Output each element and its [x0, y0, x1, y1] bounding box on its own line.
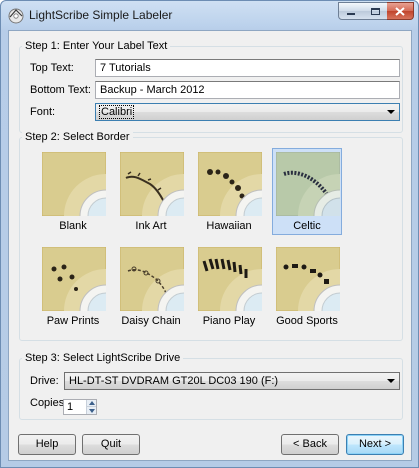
hawaiian-border-thumbnail: [198, 152, 262, 216]
app-window: LightScribe Simple Labeler Step 1: Enter…: [0, 0, 419, 468]
chevron-down-icon: [387, 379, 395, 383]
border-label: Paw Prints: [46, 315, 100, 327]
step2-group: Step 2: Select Border Blank Ink Art Hawa…: [19, 131, 403, 341]
minimize-button[interactable]: [338, 2, 364, 20]
chevron-down-icon: [88, 408, 95, 413]
minimize-icon: [347, 13, 355, 15]
drive-label: Drive:: [30, 375, 59, 387]
help-button-label: Help: [35, 438, 59, 450]
border-label: Blank: [59, 220, 87, 232]
font-label: Font:: [30, 106, 56, 118]
step2-heading: Step 2: Select Border: [22, 131, 133, 143]
drive-selected-value: HL-DT-ST DVDRAM GT20L DC03 190 (F:): [69, 375, 279, 387]
border-label: Good Sports: [276, 315, 338, 327]
chevron-down-icon: [387, 110, 395, 114]
top-text-input[interactable]: 7 Tutorials: [95, 59, 400, 77]
next-button-label: Next >: [358, 438, 392, 450]
daisy-chain-border-thumbnail: [120, 247, 184, 311]
piano-play-border-thumbnail: [198, 247, 262, 311]
dialog-body: Step 1: Enter Your Label Text Top Text: …: [8, 30, 412, 461]
increment-button[interactable]: [86, 400, 96, 407]
border-option-piano-play[interactable]: Piano Play: [194, 243, 264, 330]
close-icon: [395, 6, 405, 16]
border-option-good-sports[interactable]: Good Sports: [272, 243, 342, 330]
font-dropdown[interactable]: Calibri: [95, 103, 400, 121]
lightscribe-app-icon: [8, 8, 24, 24]
step3-heading: Step 3: Select LightScribe Drive: [22, 352, 184, 364]
maximize-button[interactable]: [363, 2, 388, 20]
border-label: Piano Play: [202, 315, 256, 327]
bottom-text-input[interactable]: Backup - March 2012: [95, 81, 400, 99]
font-selected-value: Calibri: [99, 105, 135, 119]
border-label: Ink Art: [135, 220, 167, 232]
border-option-hawaiian[interactable]: Hawaiian: [194, 148, 264, 235]
maximize-icon: [370, 7, 380, 15]
step1-heading: Step 1: Enter Your Label Text: [22, 40, 171, 52]
title-bar[interactable]: LightScribe Simple Labeler: [1, 1, 418, 29]
bottom-text-label: Bottom Text:: [30, 84, 91, 96]
border-option-paw-prints[interactable]: Paw Prints: [38, 243, 108, 330]
border-option-celtic[interactable]: Celtic: [272, 148, 342, 235]
bottom-text-value: Backup - March 2012: [100, 84, 205, 96]
close-button[interactable]: [387, 2, 414, 20]
border-option-daisy-chain[interactable]: Daisy Chain: [116, 243, 186, 330]
paw-prints-border-thumbnail: [42, 247, 106, 311]
good-sports-border-thumbnail: [276, 247, 340, 311]
chevron-up-icon: [88, 401, 95, 405]
border-option-ink-art[interactable]: Ink Art: [116, 148, 186, 235]
drive-dropdown[interactable]: HL-DT-ST DVDRAM GT20L DC03 190 (F:): [64, 372, 400, 390]
copies-value: 1: [67, 401, 74, 413]
celtic-border-thumbnail: [276, 152, 340, 216]
border-option-blank[interactable]: Blank: [38, 148, 108, 235]
step1-group: Step 1: Enter Your Label Text Top Text: …: [19, 40, 403, 133]
decrement-button[interactable]: [86, 407, 96, 414]
top-text-label: Top Text:: [30, 62, 74, 74]
next-button[interactable]: Next >: [346, 434, 404, 455]
window-title: LightScribe Simple Labeler: [29, 8, 173, 22]
ink-art-border-thumbnail: [120, 152, 184, 216]
copies-label: Copies:: [30, 397, 68, 409]
back-button[interactable]: < Back: [281, 434, 339, 455]
quit-button-label: Quit: [100, 438, 122, 450]
quit-button[interactable]: Quit: [82, 434, 140, 455]
back-button-label: < Back: [293, 438, 327, 450]
copies-stepper[interactable]: 1: [63, 399, 97, 415]
border-label: Celtic: [293, 220, 321, 232]
border-label: Daisy Chain: [121, 315, 181, 327]
blank-border-thumbnail: [42, 152, 106, 216]
top-text-value: 7 Tutorials: [100, 62, 151, 74]
border-label: Hawaiian: [206, 220, 252, 232]
help-button[interactable]: Help: [18, 434, 76, 455]
